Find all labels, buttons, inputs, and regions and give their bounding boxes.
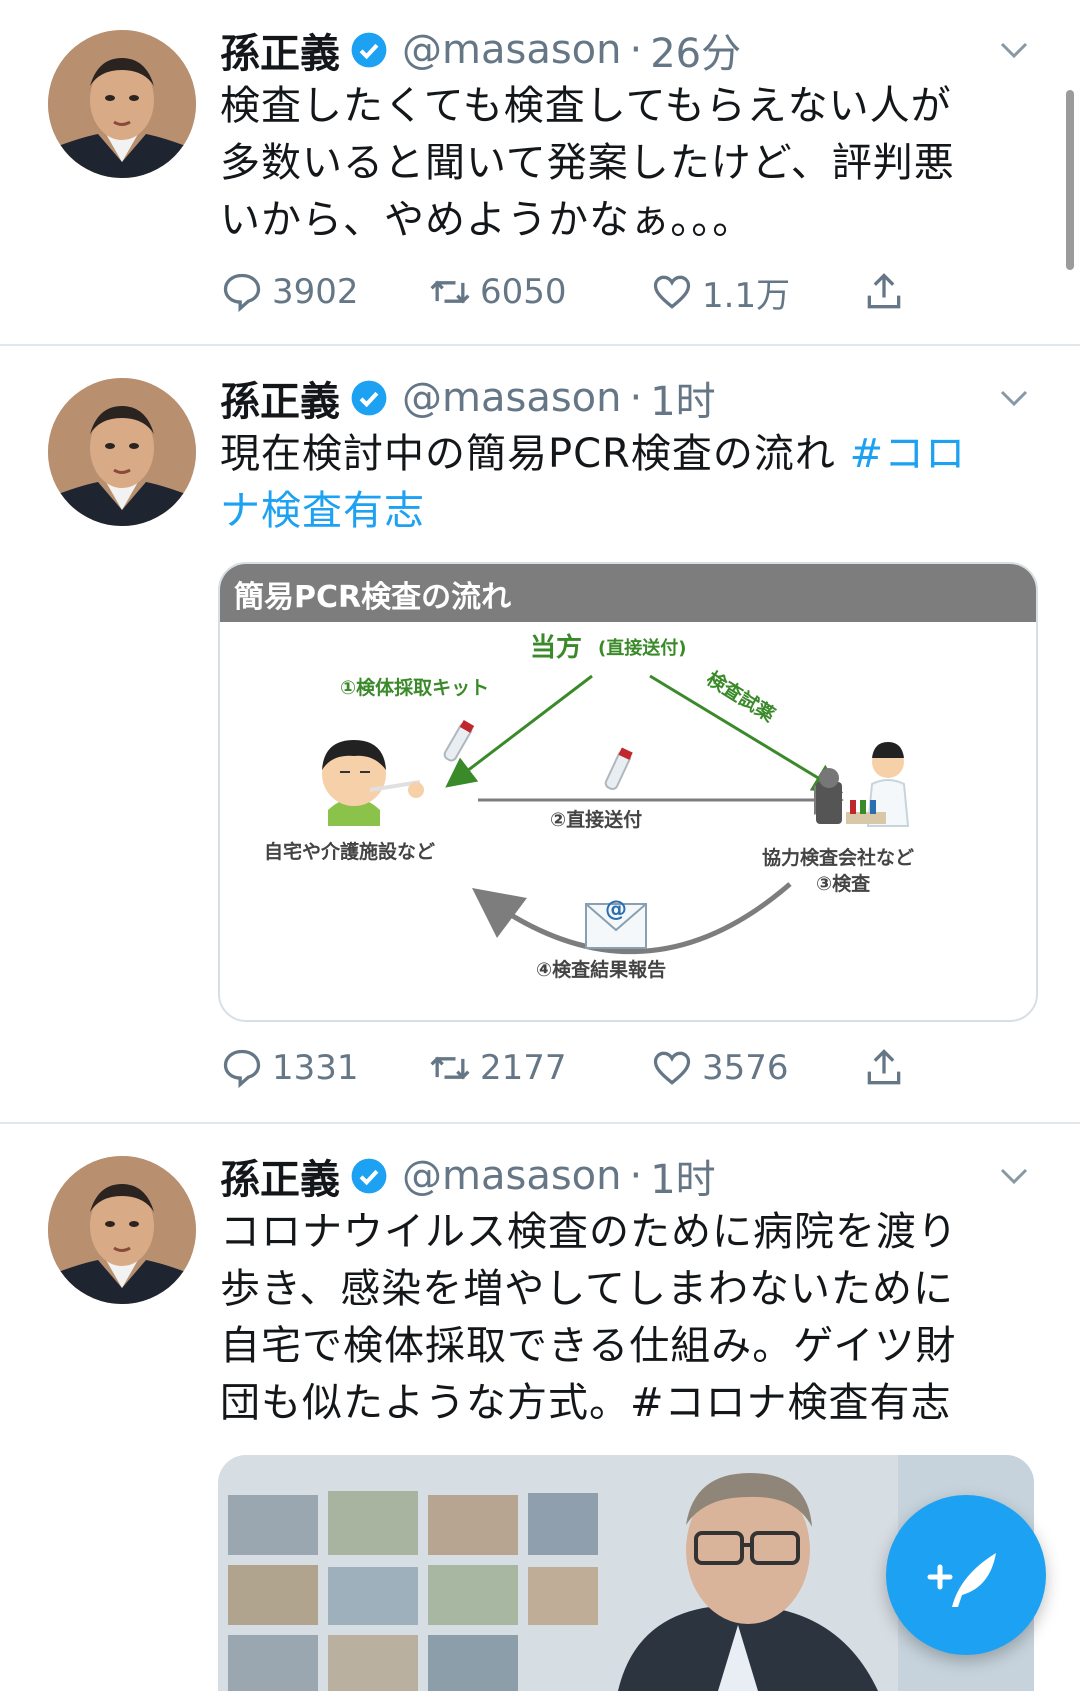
tweet[interactable]: 孫正義 @masason · 26分 検査したくても検査してもらえない人が 多数… (0, 0, 1080, 344)
share-button[interactable] (862, 1040, 914, 1096)
test-tube-icon (604, 747, 633, 791)
retweet-button[interactable]: 2177 (428, 1040, 567, 1096)
reply-icon (223, 1049, 261, 1089)
verified-icon (351, 380, 387, 416)
top-node-sublabel: (直接送付) (598, 637, 686, 659)
reply-button[interactable]: 1331 (220, 1040, 359, 1096)
tweet-text: 検査したくても検査してもらえない人が 多数いると聞いて発案したけど、評判悪 いか… (220, 78, 1020, 249)
tweet-header: 孫正義 @masason · 26分 (220, 20, 741, 80)
retweet-count: 6050 (480, 272, 567, 312)
chevron-down-icon[interactable] (996, 1158, 1032, 1194)
flow-diagram: @ 当方 (直接送付) ①検体採取キット 検査試薬 ②直接送付 自宅や介護施設な… (264, 632, 914, 981)
tweet-text-line: 団も似たような方式。#コロナ検査有志 (220, 1380, 952, 1426)
reply-icon (223, 273, 261, 313)
avatar[interactable] (48, 30, 196, 178)
patient-illustration (322, 740, 424, 826)
step-reagent-label: 検査試薬 (703, 667, 780, 727)
share-icon (867, 273, 901, 309)
timestamp[interactable]: 26分 (650, 21, 741, 79)
compose-tweet-button[interactable] (886, 1495, 1046, 1655)
lab-technician-illustration (816, 742, 910, 827)
tweet-text-line: コロナウイルス検査のために病院を渡り (220, 1209, 958, 1255)
tweet-text-body: 現在検討中の簡易PCR検査の流れ (220, 431, 850, 477)
timestamp[interactable]: 1时 (650, 369, 715, 427)
tweet-header: 孫正義 @masason · 1时 (220, 368, 716, 428)
avatar[interactable] (48, 1156, 196, 1304)
like-icon (653, 275, 691, 309)
share-button[interactable] (862, 264, 914, 320)
tweet-text: 現在検討中の簡易PCR検査の流れ #コロ ナ検査有志 (220, 426, 1020, 540)
handle[interactable]: @masason (402, 27, 622, 73)
tweet-text-line: 歩き、感染を増やしてしまわないために (220, 1266, 954, 1312)
chevron-down-icon[interactable] (996, 32, 1032, 68)
at-symbol: @ (605, 897, 627, 922)
like-count: 1.1万 (702, 275, 791, 316)
reply-button[interactable]: 3902 (220, 264, 359, 320)
scrollbar[interactable] (1066, 90, 1074, 270)
tweet-text-line: 検査したくても検査してもらえない人が (220, 83, 952, 129)
like-button[interactable]: 3576 (650, 1040, 789, 1096)
display-name[interactable]: 孫正義 (220, 21, 340, 79)
compose-tweet-icon (927, 1553, 996, 1607)
step-2-label: ②直接送付 (550, 808, 642, 831)
tweet-header: 孫正義 @masason · 1时 (220, 1146, 716, 1206)
avatar[interactable] (48, 378, 196, 526)
retweet-icon (430, 280, 470, 304)
handle[interactable]: @masason (402, 1153, 622, 1199)
like-count: 3576 (702, 1048, 789, 1088)
tweet-actions: 3902 6050 1.1万 (220, 264, 940, 320)
like-button[interactable]: 1.1万 (650, 264, 790, 320)
reply-count: 1331 (272, 1048, 359, 1088)
reply-count: 3902 (272, 272, 359, 312)
retweet-count: 2177 (480, 1048, 567, 1088)
verified-icon (351, 32, 387, 68)
verified-icon (351, 1158, 387, 1194)
tweet-text-line: 多数いると聞いて発案したけど、評判悪 (220, 140, 955, 186)
media-card[interactable]: 簡易PCR検査の流れ @ 当方 (直接送付) ①検体採取キット 検査試薬 ②直接… (218, 562, 1038, 1022)
display-name[interactable]: 孫正義 (220, 1147, 340, 1205)
test-tube-icon (443, 719, 475, 762)
step-4-label: ④検査結果報告 (536, 958, 666, 981)
tweet[interactable]: 孫正義 @masason · 1时 現在検討中の簡易PCR検査の流れ #コロ ナ… (0, 346, 1080, 1122)
separator: · (629, 27, 643, 73)
step-1-label: ①検体採取キット (340, 676, 489, 699)
hashtag-link[interactable]: ナ検査有志 (220, 483, 1020, 540)
tweet-text: コロナウイルス検査のために病院を渡り 歩き、感染を増やしてしまわないために 自宅… (220, 1204, 1020, 1432)
tweet-text-line: 現在検討中の簡易PCR検査の流れ #コロ (220, 426, 1020, 483)
retweet-button[interactable]: 6050 (428, 264, 567, 320)
like-icon (653, 1051, 691, 1085)
right-node-sublabel: ③検査 (816, 872, 871, 895)
retweet-icon (430, 1056, 470, 1080)
tweet-text-line: 自宅で検体採取できる仕組み。ゲイツ財 (220, 1323, 957, 1369)
display-name[interactable]: 孫正義 (220, 369, 340, 427)
tweet-actions: 1331 2177 3576 (220, 1040, 940, 1096)
right-node-label: 協力検査会社など (762, 846, 914, 869)
hashtag-link[interactable]: #コロ (850, 431, 967, 477)
handle[interactable]: @masason (402, 375, 622, 421)
left-node-label: 自宅や介護施設など (264, 840, 435, 863)
share-icon (867, 1049, 901, 1085)
tweet-text-line: いから、やめようかなぁ。。。 (220, 197, 754, 243)
top-node-label: 当方 (530, 632, 582, 663)
separator: · (629, 375, 643, 421)
timestamp[interactable]: 1时 (650, 1147, 715, 1205)
chevron-down-icon[interactable] (996, 380, 1032, 416)
separator: · (629, 1153, 643, 1199)
